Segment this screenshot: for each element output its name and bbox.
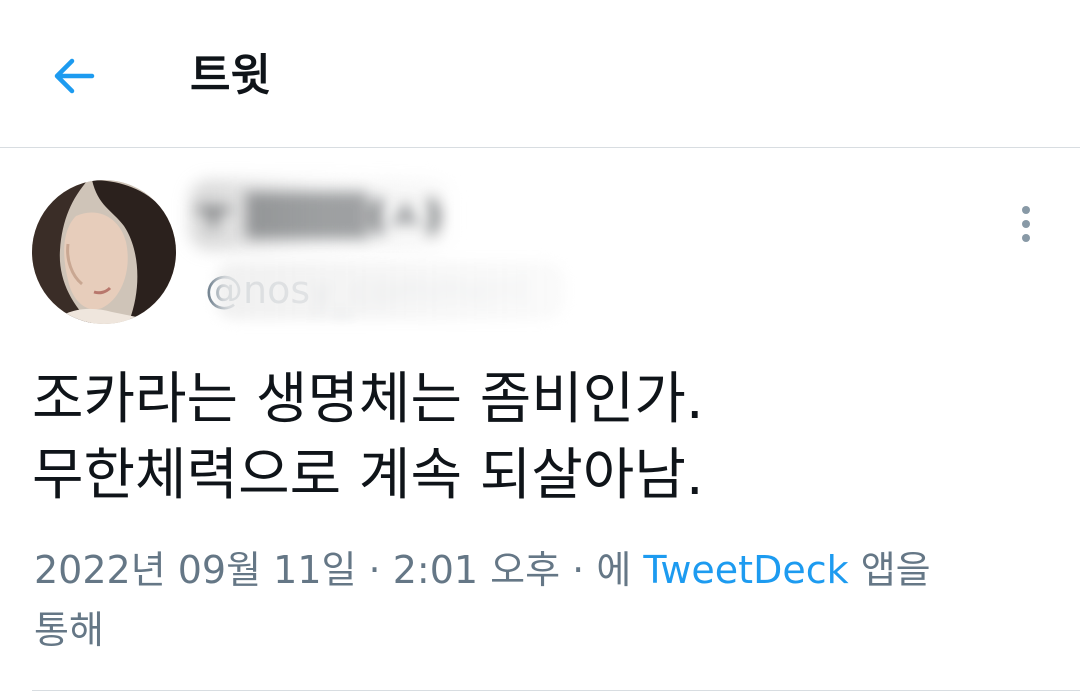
handle-blur-mask	[215, 262, 565, 320]
profile-photo-icon	[32, 180, 176, 324]
meta-separator: ·	[572, 548, 585, 592]
source-app-link[interactable]: TweetDeck	[643, 548, 848, 592]
tweet-text-line: 조카라는 생명체는 좀비인가.	[32, 367, 704, 432]
via-suffix: 앱을	[860, 548, 931, 592]
top-app-bar: 트윗	[0, 0, 1080, 148]
arrow-left-icon	[54, 58, 95, 94]
avatar[interactable]	[32, 180, 176, 324]
page-title: 트윗	[190, 50, 271, 101]
tweet-text-line: 무한체력으로 계속 되살아남.	[32, 443, 704, 508]
via-line2: 통해	[34, 608, 104, 652]
tweet-text: 조카라는 생명체는 좀비인가. 무한체력으로 계속 되살아남.	[32, 362, 1042, 514]
more-options-button[interactable]	[1006, 200, 1046, 248]
divider	[32, 690, 1080, 691]
back-button[interactable]	[46, 48, 102, 104]
tweet-time[interactable]: 2:01 오후	[393, 548, 560, 592]
tweet-date[interactable]: 2022년 09월 11일	[34, 548, 356, 592]
tweet-metadata: 2022년 09월 11일 · 2:01 오후 · 에 TweetDeck 앱을…	[34, 540, 1044, 660]
display-name[interactable]: ㅜ ▒▒▒▒(ㅅ)	[195, 190, 442, 242]
more-vertical-icon	[1022, 206, 1030, 242]
meta-separator: ·	[368, 548, 381, 592]
via-prefix: 에	[596, 548, 632, 592]
